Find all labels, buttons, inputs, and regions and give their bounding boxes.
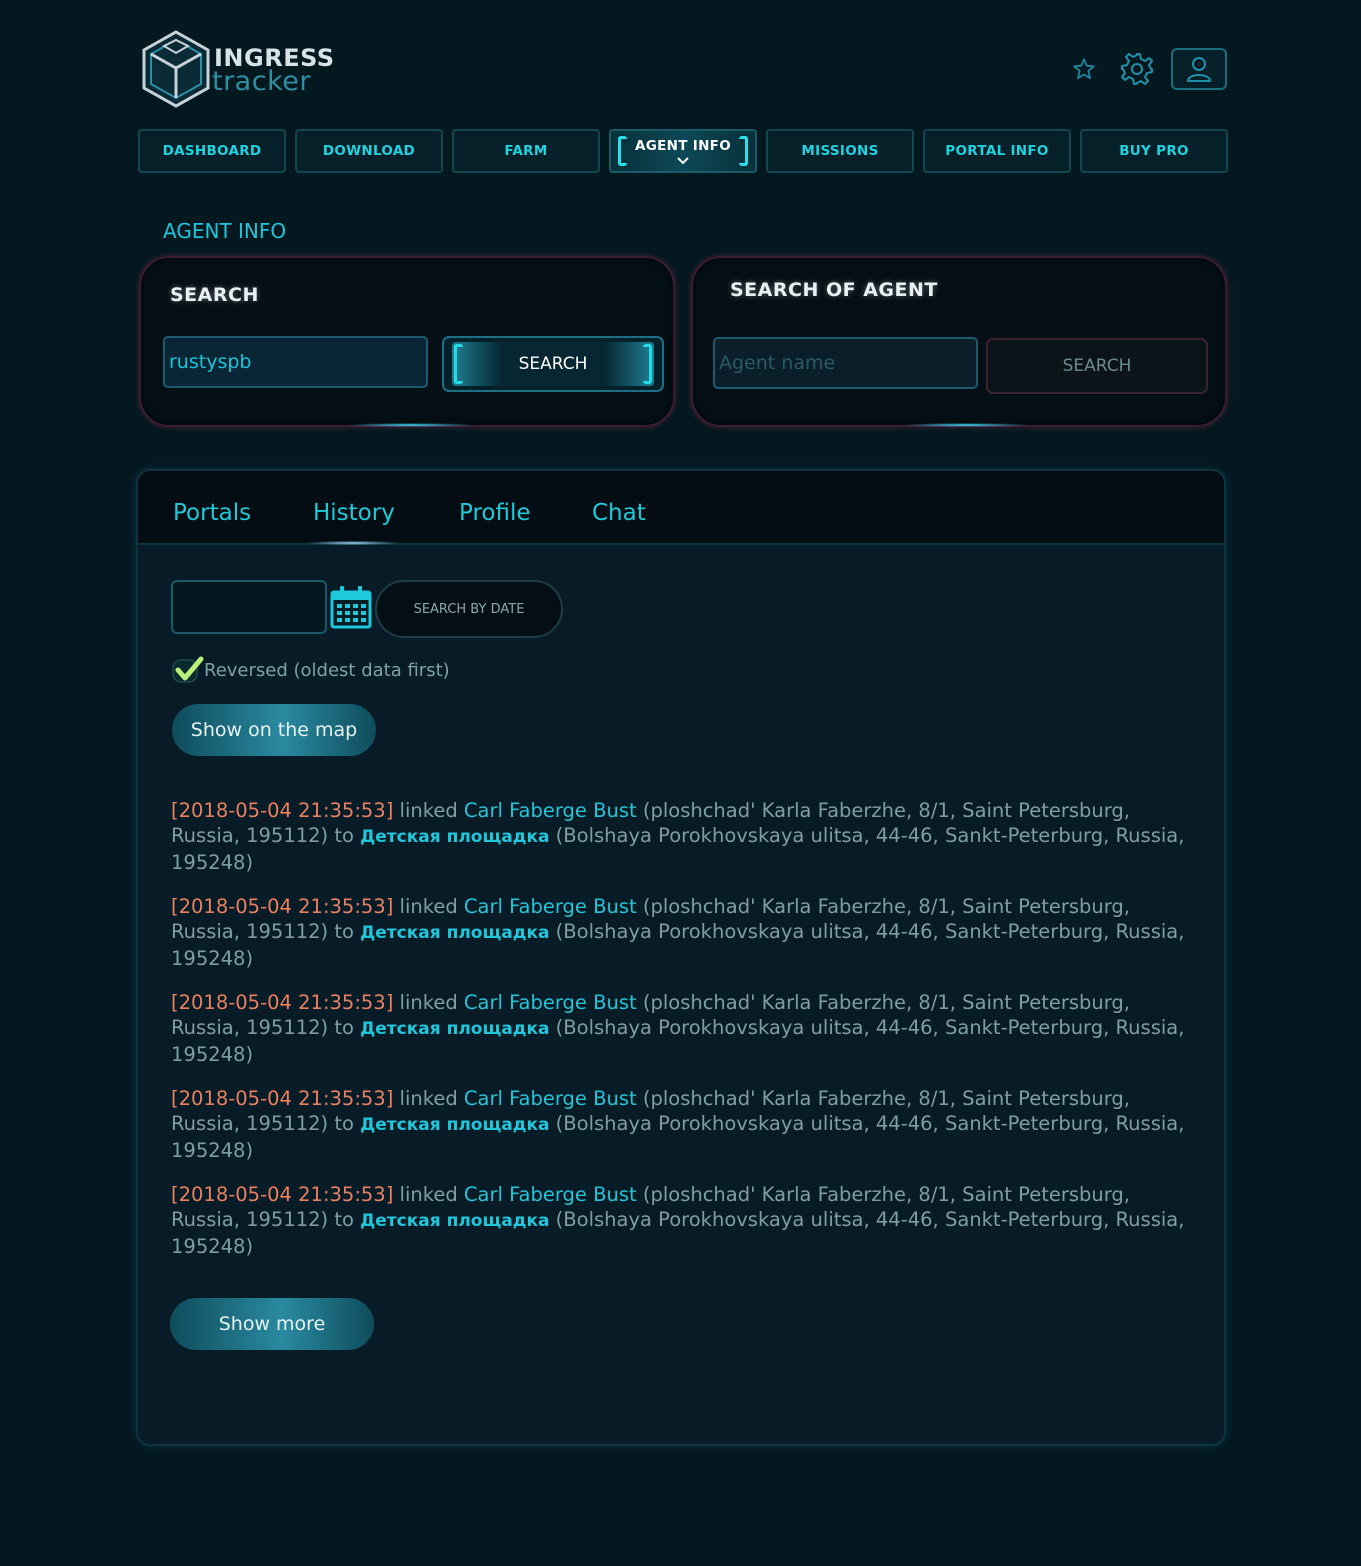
show-on-map-button[interactable]: Show on the map [172, 704, 376, 756]
history-entry: [2018-05-04 21:35:53] linked Carl Faberg… [171, 894, 1201, 971]
nav-portal-info[interactable]: PORTAL INFO [923, 129, 1071, 173]
entry-timestamp: [2018-05-04 21:35:53] [171, 1183, 394, 1206]
history-entry: [2018-05-04 21:35:53] linked Carl Faberg… [171, 798, 1201, 875]
entry-portal-link[interactable]: Carl Faberge Bust [464, 1183, 637, 1206]
page-title: AGENT INFO [163, 219, 287, 243]
main-nav: DASHBOARD DOWNLOAD FARM AGENT INFO MISSI… [138, 129, 1228, 173]
entry-portal-link[interactable]: Детская площадка [360, 1115, 549, 1135]
nav-label: PORTAL INFO [945, 143, 1049, 159]
entry-portal-link[interactable]: Детская площадка [360, 827, 549, 847]
agent-search-button[interactable]: SEARCH [986, 338, 1208, 394]
nav-label: BUY PRO [1119, 143, 1189, 159]
history-entry: [2018-05-04 21:35:53] linked Carl Faberg… [171, 990, 1201, 1067]
entry-action: linked [393, 991, 464, 1014]
entry-portal-link[interactable]: Детская площадка [360, 1019, 549, 1039]
entry-portal-link[interactable]: Carl Faberge Bust [464, 991, 637, 1014]
entry-portal-link[interactable]: Carl Faberge Bust [464, 799, 637, 822]
chevron-down-icon [677, 157, 689, 165]
tab-profile[interactable]: Profile [459, 500, 531, 526]
tab-bar: Portals History Profile Chat [138, 471, 1224, 545]
tab-history[interactable]: History [313, 500, 395, 526]
reversed-checkbox[interactable] [172, 656, 204, 684]
reversed-label: Reversed (oldest data first) [204, 659, 450, 681]
card-glow [346, 423, 476, 427]
nav-label: MISSIONS [801, 143, 879, 159]
search-by-date-button[interactable]: SEARCH BY DATE [375, 580, 563, 638]
nav-agent-info[interactable]: AGENT INFO [609, 129, 757, 173]
nav-download[interactable]: DOWNLOAD [295, 129, 443, 173]
entry-timestamp: [2018-05-04 21:35:53] [171, 1087, 394, 1110]
agent-search-input[interactable]: rustyspb [163, 336, 428, 388]
star-icon[interactable] [1071, 56, 1097, 82]
entry-portal-link[interactable]: Детская площадка [360, 1211, 549, 1231]
nav-label: FARM [504, 143, 548, 159]
entry-timestamp: [2018-05-04 21:35:53] [171, 895, 394, 918]
logo-cube-icon [142, 30, 210, 108]
calendar-icon[interactable] [330, 585, 372, 629]
nav-label: AGENT INFO [635, 138, 731, 154]
entry-portal-link[interactable]: Carl Faberge Bust [464, 1087, 637, 1110]
search-button[interactable]: SEARCH [442, 336, 664, 392]
entry-timestamp: [2018-05-04 21:35:53] [171, 799, 394, 822]
gear-icon[interactable] [1119, 51, 1155, 87]
entry-action: linked [393, 1087, 464, 1110]
nav-buy-pro[interactable]: BUY PRO [1080, 129, 1228, 173]
nav-dashboard[interactable]: DASHBOARD [138, 129, 286, 173]
reversed-option: Reversed (oldest data first) [172, 656, 450, 684]
entry-action: linked [393, 895, 464, 918]
active-tab-indicator [308, 541, 398, 545]
user-icon [1187, 57, 1211, 82]
nav-label: DOWNLOAD [322, 143, 416, 159]
user-account-button[interactable] [1171, 48, 1227, 90]
entry-timestamp: [2018-05-04 21:35:53] [171, 991, 394, 1014]
nav-missions[interactable]: MISSIONS [766, 129, 914, 173]
entry-action: linked [393, 1183, 464, 1206]
agent-search-card: SEARCH OF AGENT Agent name SEARCH [691, 256, 1227, 427]
agent-info-panel: Portals History Profile Chat SEARCH BY D… [136, 469, 1226, 1446]
nav-label: DASHBOARD [162, 143, 262, 159]
history-entry: [2018-05-04 21:35:53] linked Carl Faberg… [171, 1086, 1201, 1163]
checkmark-icon [172, 656, 204, 683]
date-input[interactable] [171, 580, 327, 634]
entry-portal-link[interactable]: Carl Faberge Bust [464, 895, 637, 918]
entry-action: linked [393, 799, 464, 822]
search-button-label: SEARCH [518, 354, 588, 374]
entry-portal-link[interactable]: Детская площадка [360, 923, 549, 943]
card-glow [901, 423, 1031, 427]
agent-search-card-title: SEARCH OF AGENT [730, 279, 938, 301]
search-card: SEARCH rustyspb SEARCH [139, 256, 675, 427]
tab-chat[interactable]: Chat [592, 500, 646, 526]
show-more-button[interactable]: Show more [170, 1298, 374, 1350]
history-list: [2018-05-04 21:35:53] linked Carl Faberg… [171, 798, 1201, 1278]
logo[interactable]: INGRESS tracker [140, 30, 334, 108]
nav-farm[interactable]: FARM [452, 129, 600, 173]
agent-search-button-label: SEARCH [1062, 356, 1132, 376]
agent-name-input[interactable]: Agent name [713, 337, 978, 389]
logo-text-tracker: tracker [212, 66, 311, 97]
header-actions [1071, 48, 1227, 90]
tab-portals[interactable]: Portals [173, 500, 251, 526]
search-card-title: SEARCH [170, 284, 259, 306]
history-entry: [2018-05-04 21:35:53] linked Carl Faberg… [171, 1182, 1201, 1259]
